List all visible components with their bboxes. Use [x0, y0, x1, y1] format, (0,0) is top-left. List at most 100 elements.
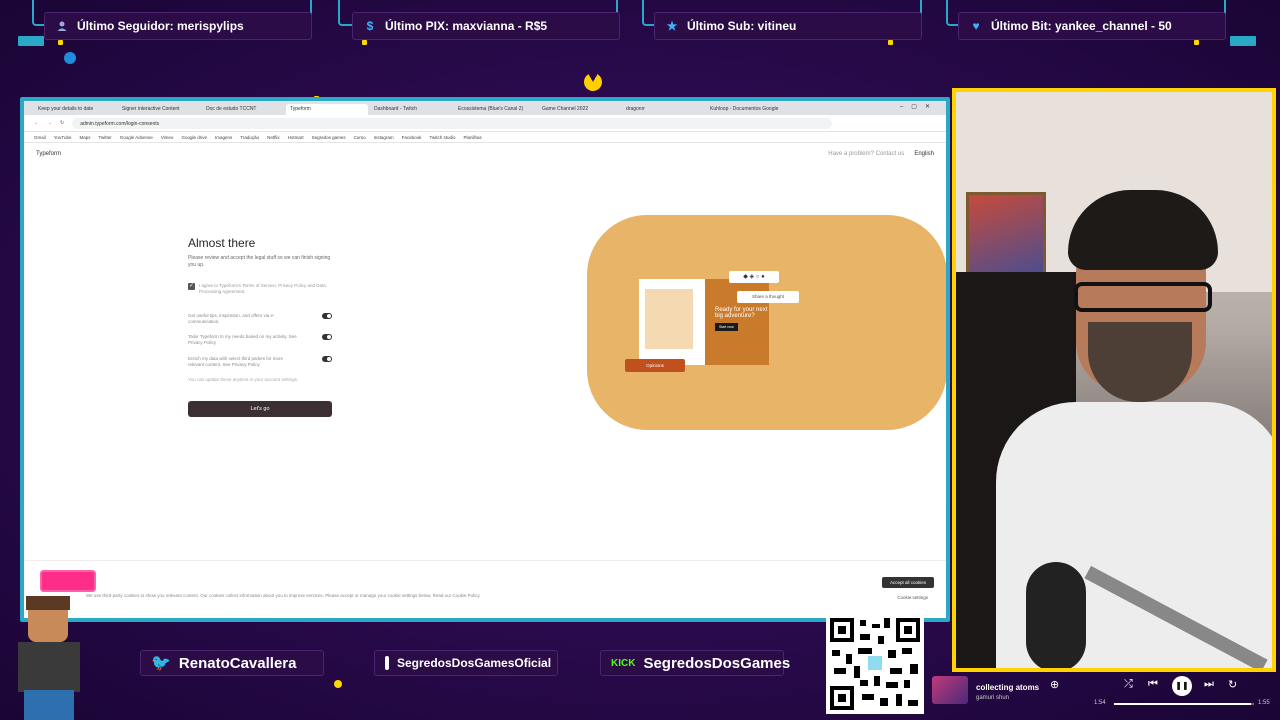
bookmarks-bar: Gmail YouTube Maps Twitter Google Adsens…	[24, 132, 946, 143]
song-artist: gamuri shun	[976, 695, 1010, 701]
toggle-label: Enrich my data with select third parties…	[188, 356, 284, 367]
last-bit-label: Último Bit: yankee_channel - 50	[991, 19, 1172, 33]
browser-tab[interactable]: Game Channel 2022	[538, 104, 620, 115]
page-header: Typeform Have a problem? Contact us Engl…	[24, 143, 946, 165]
pink-sprite-decoration	[40, 570, 96, 592]
browser-tab[interactable]: Signer interactive Content	[118, 104, 200, 115]
url-field[interactable]: admin.typeform.com/login-consents	[72, 117, 833, 129]
qr-pattern	[830, 618, 920, 710]
blue-dot-decoration	[64, 52, 76, 64]
bookmark-item[interactable]: Netflix	[267, 135, 280, 140]
browser-tab[interactable]: Doc de estudo TCCNT	[202, 104, 284, 115]
tailor-toggle[interactable]	[322, 334, 332, 340]
previous-icon[interactable]: ⏮	[1148, 678, 1158, 691]
tips-toggle[interactable]	[322, 313, 332, 319]
song-title: collecting atoms	[976, 683, 1040, 692]
browser-tab[interactable]: Dashboard - Twitch	[370, 104, 452, 115]
bookmark-item[interactable]: YouTube	[54, 135, 72, 140]
illustration-button: Start now	[715, 323, 738, 331]
enrich-toggle[interactable]	[322, 356, 332, 362]
bookmark-item[interactable]: Segredos games	[312, 135, 346, 140]
heart-icon: ♥	[972, 19, 980, 33]
browser-tab[interactable]: dragonrr	[622, 104, 704, 115]
cookie-banner: We use third-party cookies to show you r…	[24, 560, 946, 618]
repeat-icon[interactable]: ↻	[1228, 678, 1237, 691]
illustration-bubble: Share a thought	[737, 291, 799, 303]
twitter-handle: RenatoCavallera	[178, 654, 297, 672]
toggle-row-tailor: Tailor Typeform to my needs based on my …	[188, 334, 332, 346]
add-icon[interactable]: ⊕	[1050, 678, 1059, 691]
yellow-dot-decoration	[58, 40, 63, 45]
yellow-dot-decoration	[362, 40, 367, 45]
qr-code	[826, 614, 924, 714]
instagram-handle: SegredosDosGamesOficial	[397, 656, 552, 670]
next-icon[interactable]: ⏭	[1204, 678, 1214, 691]
bookmark-item[interactable]: Twitch studio	[429, 135, 455, 140]
settings-note-text: You can update these anytime in your acc…	[188, 377, 299, 382]
browser-tab-strip: Keep your details to date Signer interac…	[24, 101, 946, 115]
last-sub-label: Último Sub: vitineu	[687, 19, 797, 33]
bookmark-item[interactable]: Maps	[79, 135, 90, 140]
music-player: collecting atoms gamuri shun ⊕ ⤮ ⏮ ❚❚ ⏭ …	[932, 676, 1276, 716]
bookmark-item[interactable]: Vimeo	[161, 135, 174, 140]
back-icon[interactable]: ←	[34, 120, 39, 126]
forward-icon[interactable]: →	[47, 120, 52, 126]
instagram-social: SegredosDosGamesOficial	[374, 650, 558, 676]
shuffle-icon[interactable]: ⤮	[1124, 678, 1133, 691]
bookmark-item[interactable]: Gmail	[34, 135, 46, 140]
lets-go-button[interactable]: Let's go	[188, 401, 332, 417]
browser-tab[interactable]: Ecossistema (Blue's Canal 2)	[454, 104, 536, 115]
bookmark-item[interactable]: Hotmart	[288, 135, 304, 140]
star-icon: ★	[666, 19, 678, 33]
kick-handle: SegredosDosGames	[643, 654, 791, 672]
cookie-settings-link[interactable]: Cookie settings	[897, 595, 928, 600]
cyan-tab-decoration	[1230, 36, 1256, 46]
last-sub-alert: ★ Último Sub: vitineu	[654, 12, 922, 40]
page-title: Almost there	[188, 236, 256, 250]
address-bar-row: ← → ↻ admin.typeform.com/login-consents	[24, 115, 946, 132]
browser-tab-active[interactable]: Typeform	[286, 104, 368, 115]
elapsed-time: 1:54	[1094, 700, 1106, 706]
illustration-icons: ◆ ◈ ○ ●	[729, 271, 779, 283]
terms-checkbox[interactable]: ✓	[188, 283, 195, 290]
last-pix-label: Último PIX: maxvianna - R$5	[385, 19, 548, 33]
bookmark-item[interactable]: Curso	[354, 135, 366, 140]
twitter-social: 🐦 RenatoCavallera	[140, 650, 324, 676]
qr-url: livepix.gg/segredosdosgames	[826, 602, 932, 611]
yellow-dot-decoration	[334, 680, 342, 688]
illustration-card-left	[639, 279, 705, 365]
browser-tab[interactable]: Kuhloop - Documentos Google	[706, 104, 788, 115]
progress-bar[interactable]	[1114, 703, 1254, 705]
accept-cookies-button[interactable]: Accept all cookies	[882, 577, 934, 588]
pause-button[interactable]: ❚❚	[1172, 676, 1192, 696]
user-icon	[55, 19, 69, 33]
contact-link[interactable]: Have a problem? Contact us	[828, 151, 904, 157]
last-bit-alert: ♥ Último Bit: yankee_channel - 50	[958, 12, 1226, 40]
last-follower-alert: Último Seguidor: merispylips	[44, 12, 312, 40]
webcam-feed	[952, 88, 1276, 672]
bookmark-item[interactable]: Tradução	[240, 135, 259, 140]
yellow-dot-decoration	[888, 40, 893, 45]
bookmark-item[interactable]: Planilhas	[463, 135, 481, 140]
browser-tab[interactable]: Keep your details to date	[34, 104, 116, 115]
twitter-icon: 🐦	[151, 655, 171, 672]
kick-social: KICK SegredosDosGames	[600, 650, 790, 676]
language-select[interactable]: English	[914, 151, 934, 157]
page-subtitle: Please review and accept the legal stuff…	[188, 255, 331, 268]
yellow-dot-decoration	[1194, 40, 1199, 45]
bookmark-item[interactable]: Facebook	[402, 135, 422, 140]
window-controls[interactable]: –▢✕	[900, 103, 938, 110]
screen-capture: Keep your details to date Signer interac…	[20, 97, 950, 622]
bookmark-item[interactable]: Instagram	[374, 135, 394, 140]
bookmark-item[interactable]: Twitter	[98, 135, 111, 140]
typeform-logo[interactable]: Typeform	[36, 151, 61, 157]
toggle-label: Get useful tips, inspiration, and offers…	[188, 313, 275, 324]
bookmark-item[interactable]: Google drive	[181, 135, 207, 140]
toggle-row-enrich: Enrich my data with select third parties…	[188, 356, 332, 368]
last-follower-label: Último Seguidor: merispylips	[77, 19, 244, 33]
toggle-row-tips: Get useful tips, inspiration, and offers…	[188, 313, 332, 325]
reload-icon[interactable]: ↻	[60, 120, 64, 126]
bookmark-item[interactable]: Google Adsense	[120, 135, 153, 140]
bookmark-item[interactable]: Imagens	[215, 135, 232, 140]
cookie-text: We use third-party cookies to show you r…	[86, 593, 481, 598]
